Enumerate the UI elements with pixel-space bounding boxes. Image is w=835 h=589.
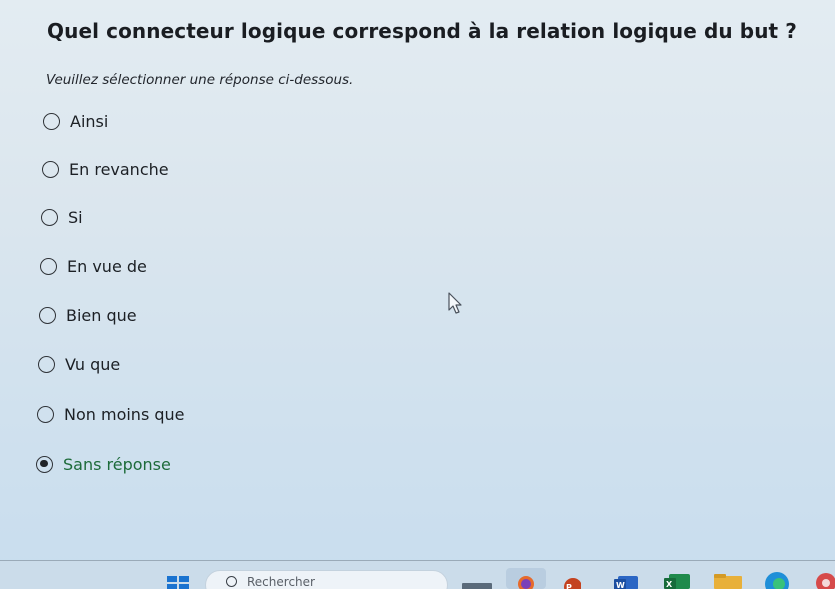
option-label: Sans réponse xyxy=(63,454,171,474)
radio-button[interactable] xyxy=(37,405,54,423)
option-vu-que[interactable]: Vu que xyxy=(38,352,120,376)
option-ainsi[interactable]: Ainsi xyxy=(43,109,108,133)
option-label: Bien que xyxy=(66,305,137,325)
edge-icon[interactable] xyxy=(763,570,791,589)
taskbar-search-box[interactable]: Rechercher xyxy=(205,570,448,589)
svg-text:W: W xyxy=(616,581,625,589)
option-label: Non moins que xyxy=(64,404,185,424)
option-label: En revanche xyxy=(69,159,169,179)
radio-button-selected[interactable] xyxy=(36,455,53,473)
svg-text:P: P xyxy=(566,583,572,589)
excel-icon[interactable]: X xyxy=(664,574,690,589)
firefox-icon[interactable] xyxy=(506,568,546,589)
start-icon[interactable] xyxy=(167,575,189,589)
question-title: Quel connecteur logique correspond à la … xyxy=(47,19,797,43)
option-en-vue-de[interactable]: En vue de xyxy=(40,254,147,278)
radio-button[interactable] xyxy=(38,355,55,373)
powerpoint-icon[interactable]: P xyxy=(563,576,582,589)
option-label: Vu que xyxy=(65,354,121,374)
search-icon xyxy=(226,576,237,587)
mouse-cursor-icon xyxy=(448,292,462,314)
instruction-text: Veuillez sélectionner une réponse ci-des… xyxy=(46,72,354,88)
option-sans-reponse[interactable]: Sans réponse xyxy=(36,452,171,476)
option-bien-que[interactable]: Bien que xyxy=(39,303,137,327)
word-icon[interactable]: W xyxy=(614,575,638,589)
file-explorer-icon[interactable] xyxy=(714,574,742,589)
option-label: Si xyxy=(68,207,83,227)
radio-button[interactable] xyxy=(42,160,59,178)
option-label: Ainsi xyxy=(70,111,109,131)
option-si[interactable]: Si xyxy=(41,205,83,229)
search-placeholder: Rechercher xyxy=(247,575,315,589)
radio-button[interactable] xyxy=(40,257,57,275)
option-label: En vue de xyxy=(67,256,147,276)
radio-button[interactable] xyxy=(39,306,56,324)
radio-button[interactable] xyxy=(41,208,58,226)
app-icon[interactable] xyxy=(816,571,835,589)
svg-text:X: X xyxy=(666,580,673,589)
option-non-moins-que[interactable]: Non moins que xyxy=(37,402,185,426)
radio-button[interactable] xyxy=(43,112,60,130)
option-en-revanche[interactable]: En revanche xyxy=(42,157,169,181)
task-view-icon[interactable] xyxy=(462,577,492,589)
